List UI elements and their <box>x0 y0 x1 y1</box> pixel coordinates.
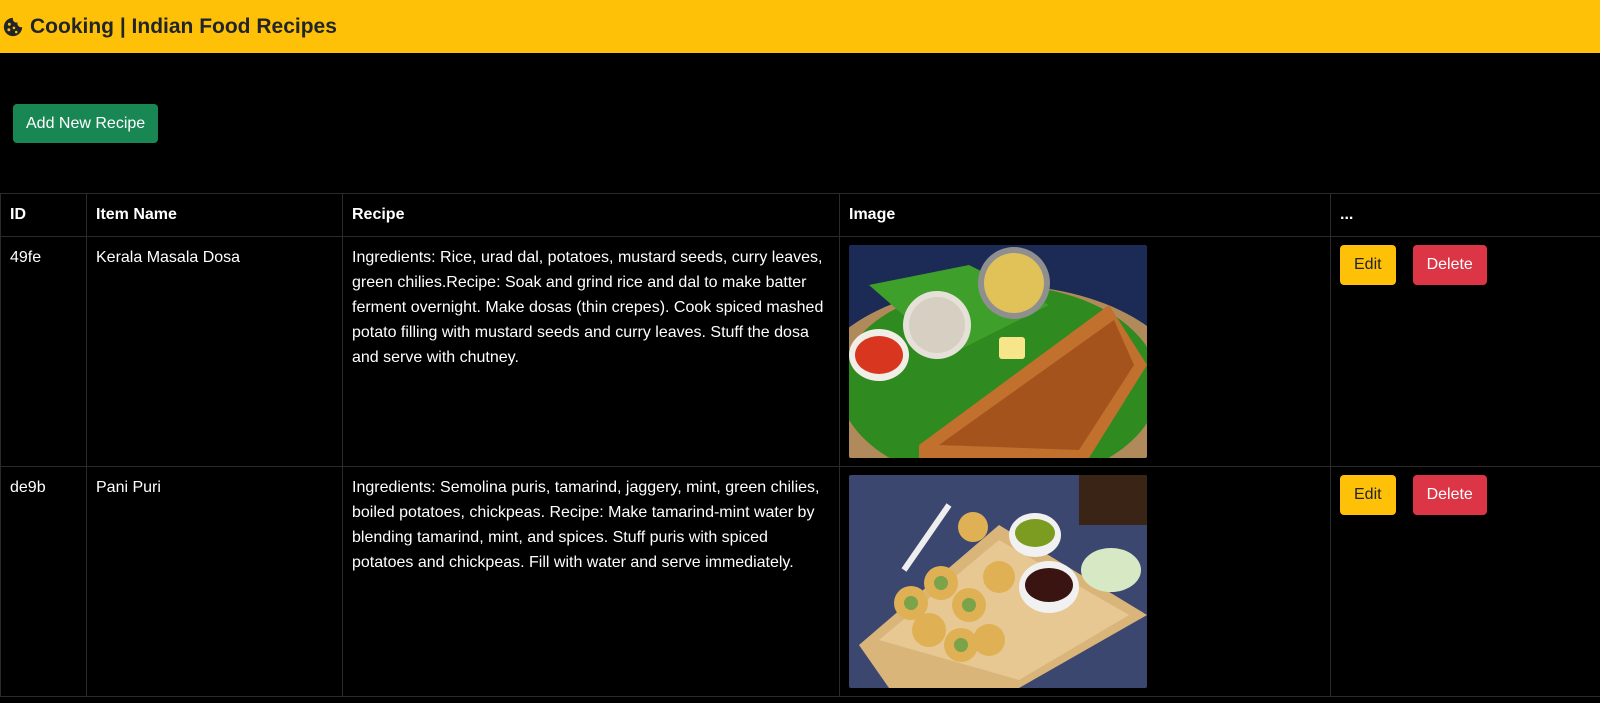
main-content: Add New Recipe <box>0 53 1600 143</box>
pani-puri-image <box>849 475 1147 688</box>
header-id: ID <box>0 193 87 237</box>
delete-button[interactable]: Delete <box>1412 245 1487 285</box>
cell-item-name: Kerala Masala Dosa <box>86 236 343 467</box>
cell-id: 49fe <box>0 236 87 467</box>
row-actions: Edit Delete <box>1340 245 1591 285</box>
header-actions: ... <box>1330 193 1600 237</box>
navbar: Cooking | Indian Food Recipes <box>0 0 1600 53</box>
row-actions: Edit Delete <box>1340 475 1591 515</box>
cell-image <box>839 466 1331 697</box>
recipes-table: ID Item Name Recipe Image ... 49fe Keral… <box>0 193 1600 697</box>
cell-actions: Edit Delete <box>1330 466 1600 697</box>
cell-id: de9b <box>0 466 87 697</box>
cell-image <box>839 236 1331 467</box>
edit-button[interactable]: Edit <box>1340 245 1396 285</box>
brand[interactable]: Cooking | Indian Food Recipes <box>2 15 337 39</box>
table-row: 49fe Kerala Masala Dosa Ingredients: Ric… <box>0 236 1600 467</box>
masala-dosa-image <box>849 245 1147 458</box>
delete-button[interactable]: Delete <box>1412 475 1487 515</box>
cookie-icon <box>3 17 23 36</box>
header-item-name: Item Name <box>86 193 343 237</box>
cell-recipe: Ingredients: Rice, urad dal, potatoes, m… <box>342 236 840 467</box>
cell-actions: Edit Delete <box>1330 236 1600 467</box>
cell-item-name: Pani Puri <box>86 466 343 697</box>
table-header-row: ID Item Name Recipe Image ... <box>0 193 1600 237</box>
header-recipe: Recipe <box>342 193 840 237</box>
edit-button[interactable]: Edit <box>1340 475 1396 515</box>
header-image: Image <box>839 193 1331 237</box>
app-title: Cooking | Indian Food Recipes <box>30 14 337 38</box>
table-row: de9b Pani Puri Ingredients: Semolina pur… <box>0 466 1600 697</box>
add-recipe-button[interactable]: Add New Recipe <box>13 104 159 143</box>
cell-recipe: Ingredients: Semolina puris, tamarind, j… <box>342 466 840 697</box>
